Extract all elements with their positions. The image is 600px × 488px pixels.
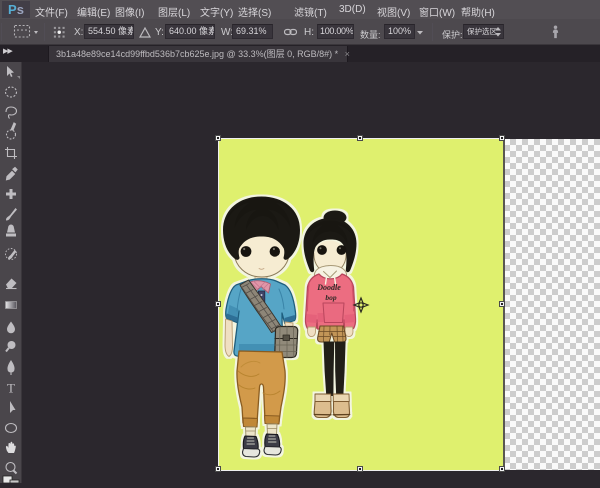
svg-text:T: T [7,381,15,396]
svg-text:Doodle: Doodle [316,283,341,292]
svg-text:bop: bop [325,293,337,302]
